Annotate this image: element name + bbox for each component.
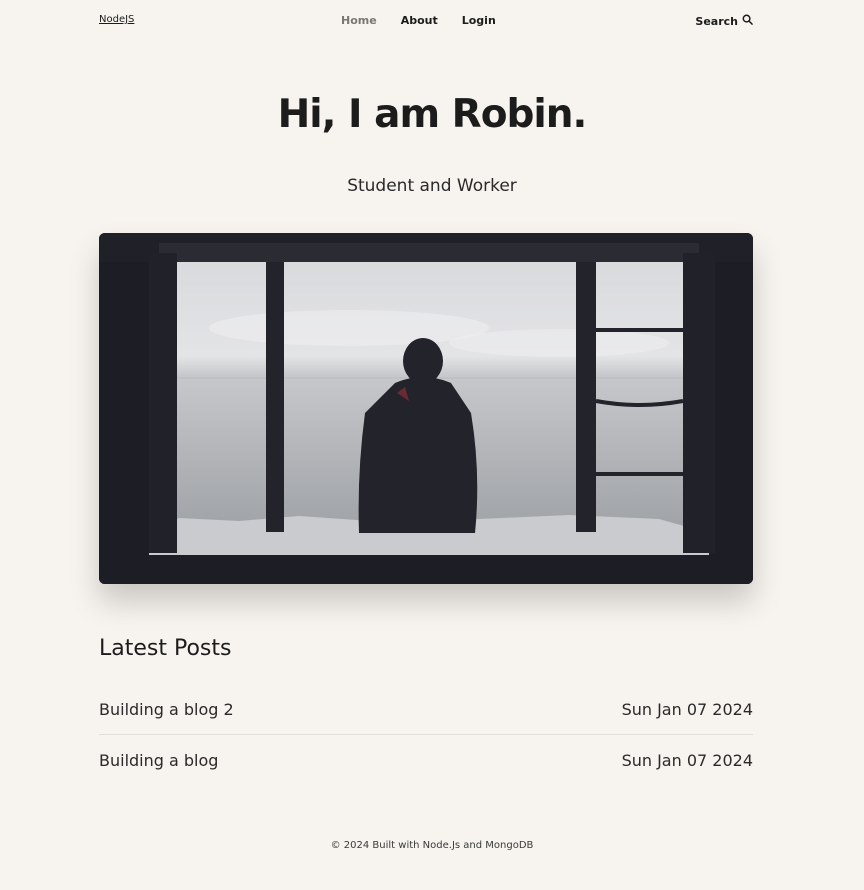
main-nav: Home About Login — [341, 14, 496, 27]
hero-title: Hi, I am Robin. — [277, 92, 588, 137]
logo-link[interactable]: NodeJS — [99, 14, 134, 25]
nav-item-login[interactable]: Login — [462, 14, 496, 27]
post-title[interactable]: Building a blog 2 — [99, 700, 234, 719]
hero-subtitle: Student and Worker — [347, 176, 517, 196]
hero-image — [99, 233, 753, 584]
post-title[interactable]: Building a blog — [99, 751, 218, 770]
nav-item-home[interactable]: Home — [341, 14, 377, 27]
search-label: Search — [695, 14, 738, 28]
nav-item-about[interactable]: About — [401, 14, 438, 27]
site-footer: © 2024 Built with Node.Js and MongoDB — [330, 840, 534, 851]
site-header: NodeJS Home About Login Search — [99, 12, 753, 32]
latest-posts-heading: Latest Posts — [99, 636, 232, 661]
post-date: Sun Jan 07 2024 — [621, 750, 753, 770]
post-list: Building a blog 2 Sun Jan 07 2024 Buildi… — [99, 685, 753, 785]
post-date: Sun Jan 07 2024 — [621, 700, 753, 719]
search-icon — [742, 14, 753, 28]
list-item[interactable]: Building a blog 2 Sun Jan 07 2024 — [99, 685, 753, 735]
search-button[interactable]: Search — [695, 14, 753, 28]
list-item[interactable]: Building a blog Sun Jan 07 2024 — [99, 735, 753, 785]
